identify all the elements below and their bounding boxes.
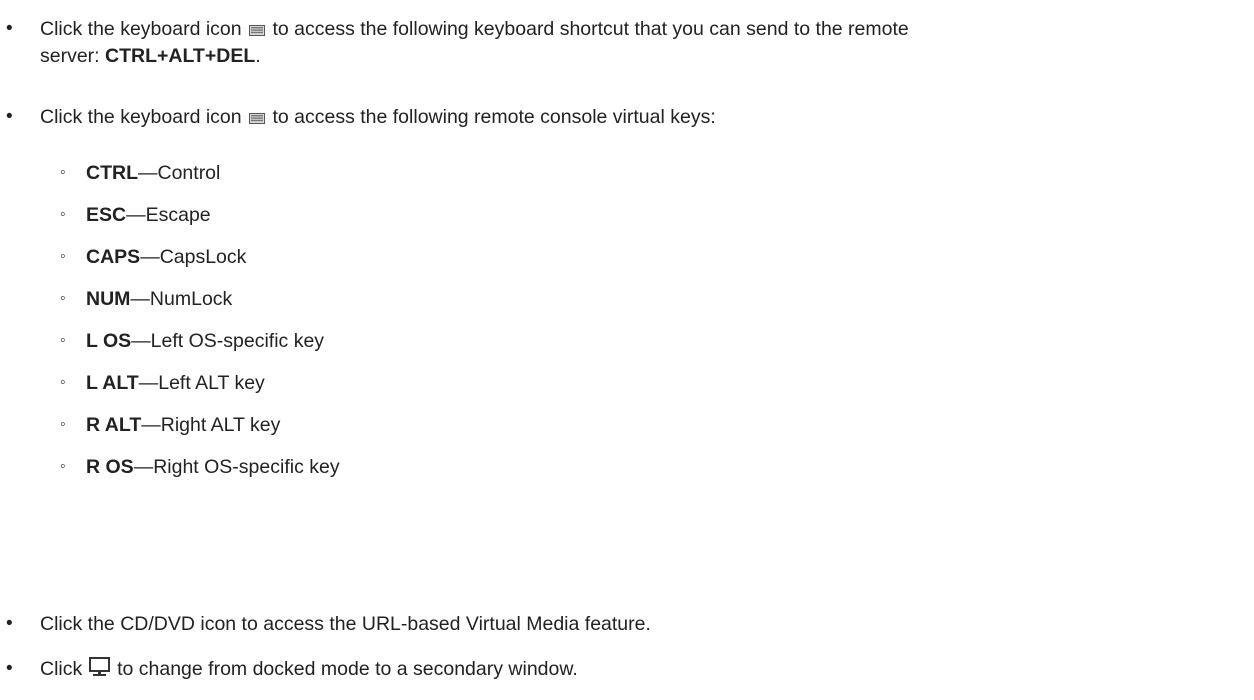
- key-name: L ALT: [86, 372, 139, 394]
- bullet-text-pre: Click the keyboard icon: [40, 106, 242, 128]
- bullet-marker: •: [6, 658, 13, 679]
- bullet-text-post: to access the following keyboard shortcu…: [272, 18, 909, 40]
- sub-bullet-marker: ◦: [60, 164, 66, 181]
- bullet-marker: •: [6, 106, 13, 127]
- key-description: —CapsLock: [140, 246, 247, 268]
- key-description: —Right ALT key: [141, 414, 281, 436]
- key-description: —Right OS-specific key: [133, 456, 340, 478]
- monitor-icon: [88, 657, 110, 676]
- key-description: —Escape: [126, 204, 211, 226]
- bullet-text-pre: Click the keyboard icon: [40, 18, 242, 40]
- bullet-text-post: to change from docked mode to a secondar…: [117, 658, 578, 680]
- document-page: • Click the keyboard icon to access the …: [0, 0, 1254, 700]
- bullet-text-post: to access the following remote console v…: [272, 106, 716, 128]
- bullet-text: Click to change from docked mode to a se…: [40, 656, 1244, 682]
- sub-bullet-marker: ◦: [60, 458, 66, 475]
- line2-prefix: server:: [40, 45, 106, 67]
- bullet-text-pre: Click: [40, 658, 83, 680]
- sub-bullet-marker: ◦: [60, 206, 66, 223]
- key-name: ESC: [86, 204, 127, 226]
- line2-suffix: .: [255, 45, 261, 67]
- bullet-text: Click the keyboard icon to access the fo…: [40, 104, 1244, 130]
- key-name: R ALT: [86, 414, 142, 436]
- sub-bullet-marker: ◦: [60, 332, 66, 349]
- sub-bullet-marker: ◦: [60, 416, 66, 433]
- key-name: CAPS: [86, 246, 141, 268]
- bullet-text: Click the keyboard icon to access the fo…: [40, 16, 1244, 42]
- key-description: —Left ALT key: [138, 372, 265, 394]
- sub-bullet-marker: ◦: [60, 290, 66, 307]
- bullet-marker: •: [6, 18, 13, 39]
- key-description: —NumLock: [130, 288, 233, 310]
- keyboard-icon: [249, 113, 266, 124]
- bullet-marker: •: [6, 613, 13, 634]
- key-description: —Control: [138, 162, 221, 184]
- keyboard-icon: [249, 25, 266, 36]
- bullet-text-line2: server: CTRL+ALT+DEL.: [40, 43, 1244, 69]
- key-name: R OS: [86, 456, 134, 478]
- sub-bullet-marker: ◦: [60, 374, 66, 391]
- key-name: NUM: [86, 288, 131, 310]
- key-name: L OS: [86, 330, 132, 352]
- sub-bullet-marker: ◦: [60, 248, 66, 265]
- shortcut-keys: CTRL+ALT+DEL: [105, 45, 256, 67]
- bullet-text: Click the CD/DVD icon to access the URL-…: [40, 613, 651, 635]
- key-description: —Left OS-specific key: [131, 330, 325, 352]
- key-name: CTRL: [86, 162, 138, 184]
